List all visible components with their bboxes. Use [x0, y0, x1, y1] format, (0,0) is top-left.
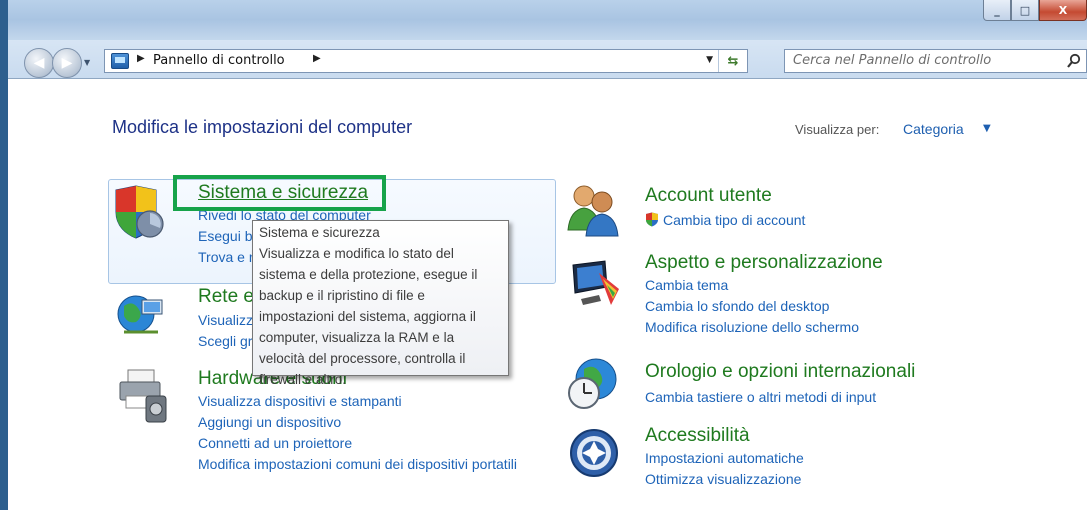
content-area: Modifica le impostazioni del computer Vi… — [8, 79, 1087, 510]
view-by-label: Visualizza per: — [795, 122, 880, 137]
link-homegroup[interactable]: Scegli gr — [198, 331, 254, 352]
link-network-status[interactable]: Visualizz — [198, 310, 254, 331]
category-appearance: Aspetto e personalizzazione Cambia tema … — [645, 252, 883, 338]
tooltip: Sistema e sicurezza Visualizza e modific… — [252, 220, 509, 387]
refresh-icon: ⇆ — [727, 53, 739, 69]
forward-button[interactable]: ▶ — [52, 48, 82, 78]
breadcrumb-separator-icon[interactable]: ▶ — [137, 53, 145, 64]
link-automatic-settings[interactable]: Impostazioni automatiche — [645, 448, 804, 469]
clock-globe-icon — [568, 358, 617, 409]
annotation-highlight-box — [173, 175, 386, 211]
link-change-theme[interactable]: Cambia tema — [645, 275, 883, 296]
control-panel-icon — [111, 53, 129, 69]
link-devices-printers[interactable]: Visualizza dispositivi e stampanti — [198, 391, 528, 412]
link-change-background[interactable]: Cambia lo sfondo del desktop — [645, 296, 883, 317]
link-mobility-settings[interactable]: Modifica impostazioni comuni dei disposi… — [198, 454, 528, 474]
link-change-resolution[interactable]: Modifica risoluzione dello schermo — [645, 317, 883, 338]
users-icon — [567, 185, 619, 237]
close-button[interactable]: X — [1039, 0, 1087, 21]
view-by-dropdown[interactable]: Categoria — [903, 121, 964, 137]
category-network: Rete e Visualizz Scegli gr — [198, 286, 254, 352]
link-add-device[interactable]: Aggiungi un dispositivo — [198, 412, 528, 433]
breadcrumb-chevron-icon[interactable]: ▶ — [313, 53, 321, 64]
tooltip-title: Sistema e sicurezza — [259, 225, 380, 240]
chevron-down-icon[interactable]: ▼ — [983, 123, 991, 134]
link-change-account-type[interactable]: Cambia tipo di account — [645, 210, 805, 231]
category-heading-accessibility[interactable]: Accessibilità — [645, 425, 804, 447]
navigation-bar: ◀ ▶ ▼ ▶ Pannello di controllo ▶ ▼ ⇆ Cerc… — [8, 40, 1087, 79]
category-heading-network[interactable]: Rete e — [198, 286, 254, 308]
category-accessibility: Accessibilità Impostazioni automatiche O… — [645, 425, 804, 490]
category-heading-clock-region[interactable]: Orologio e opzioni internazionali — [645, 361, 915, 383]
page-title: Modifica le impostazioni del computer — [112, 117, 413, 137]
uac-shield-icon — [646, 212, 658, 227]
caption-buttons: _ □ X — [983, 0, 1087, 22]
search-icon[interactable] — [1066, 53, 1082, 69]
shield-icon — [115, 185, 164, 239]
breadcrumb-control-panel[interactable]: Pannello di controllo — [153, 53, 285, 68]
link-optimize-display[interactable]: Ottimizza visualizzazione — [645, 469, 804, 490]
link-connect-projector[interactable]: Connetti ad un proiettore — [198, 433, 528, 454]
tooltip-body: Visualizza e modifica lo stato del siste… — [259, 246, 478, 387]
category-clock-region: Orologio e opzioni internazionali Cambia… — [645, 361, 915, 408]
category-user-accounts: Account utente Cambia tipo di account — [645, 185, 805, 231]
address-bar[interactable]: ▶ Pannello di controllo ▶ ▼ ⇆ — [104, 49, 748, 73]
monitor-palette-icon — [572, 260, 619, 305]
category-heading-appearance[interactable]: Aspetto e personalizzazione — [645, 252, 883, 274]
maximize-button[interactable]: □ — [1011, 0, 1039, 21]
back-button[interactable]: ◀ — [24, 48, 54, 78]
search-box[interactable]: Cerca nel Pannello di controllo — [784, 49, 1087, 73]
printer-icon — [119, 369, 167, 423]
link-change-account-type-label: Cambia tipo di account — [663, 212, 806, 228]
title-bar: _ □ X — [8, 0, 1087, 40]
address-dropdown-icon[interactable]: ▼ — [706, 55, 713, 65]
network-globe-icon — [117, 295, 163, 334]
refresh-button[interactable]: ⇆ — [718, 50, 747, 72]
control-panel-window: _ □ X ◀ ▶ ▼ ▶ Pannello di controllo ▶ ▼ … — [8, 0, 1087, 510]
minimize-button[interactable]: _ — [983, 0, 1011, 21]
recent-pages-dropdown[interactable]: ▼ — [84, 58, 90, 67]
link-change-keyboards[interactable]: Cambia tastiere o altri metodi di input — [645, 387, 915, 408]
accessibility-icon — [570, 429, 618, 477]
category-heading-user-accounts[interactable]: Account utente — [645, 185, 805, 207]
search-input[interactable]: Cerca nel Pannello di controllo — [793, 53, 991, 68]
